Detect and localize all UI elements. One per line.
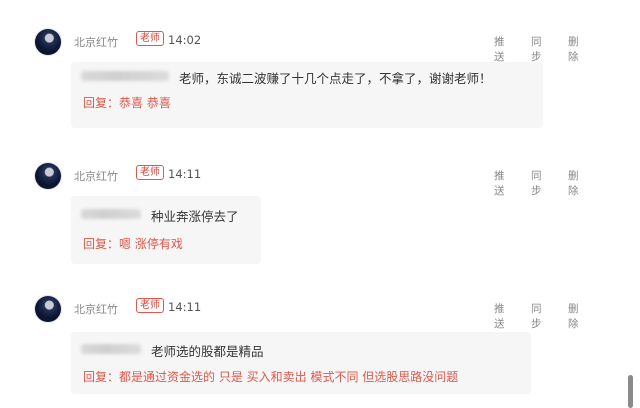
teacher-badge: 老师: [136, 31, 164, 46]
message-card: 老师，东诚二波赚了十几个点走了，不拿了，谢谢老师！ 回复：恭喜 恭喜: [71, 62, 543, 128]
timestamp: 14:02: [168, 33, 202, 47]
push-button[interactable]: 推送: [494, 301, 505, 331]
author-name: 北京红竹: [74, 36, 118, 49]
author-name: 北京红竹: [74, 303, 118, 316]
teacher-badge: 老师: [136, 298, 164, 313]
question-text: 老师选的股都是精品: [151, 344, 264, 359]
avatar[interactable]: [35, 296, 61, 322]
avatar[interactable]: [35, 163, 61, 189]
question-text: 老师，东诚二波赚了十几个点走了，不拿了，谢谢老师！: [179, 71, 492, 86]
delete-button[interactable]: 删除: [568, 168, 579, 198]
reply-text: 回复：恭喜 恭喜: [83, 96, 171, 110]
sync-button[interactable]: 同步: [531, 168, 542, 198]
timestamp: 14:11: [168, 300, 202, 314]
blurred-username: [81, 209, 141, 219]
sync-button[interactable]: 同步: [531, 301, 542, 331]
push-button[interactable]: 推送: [494, 34, 505, 64]
delete-button[interactable]: 删除: [568, 34, 579, 64]
timestamp: 14:11: [168, 167, 202, 181]
scrollbar-thumb[interactable]: [628, 375, 633, 408]
author-name: 北京红竹: [74, 170, 118, 183]
message-card: 老师选的股都是精品 回复：都是通过资金选的 只是 买入和卖出 模式不同 但选股思…: [71, 332, 531, 394]
sync-button[interactable]: 同步: [531, 34, 542, 64]
teacher-badge: 老师: [136, 165, 164, 180]
avatar[interactable]: [35, 29, 61, 55]
push-button[interactable]: 推送: [494, 168, 505, 198]
reply-text: 回复：嗯 涨停有戏: [83, 237, 183, 251]
question-text: 种业奔涨停去了: [151, 209, 239, 224]
blurred-username: [81, 344, 141, 354]
blurred-username: [81, 71, 169, 81]
delete-button[interactable]: 删除: [568, 301, 579, 331]
message-card: 种业奔涨停去了 回复：嗯 涨停有戏: [71, 196, 261, 264]
reply-text: 回复：都是通过资金选的 只是 买入和卖出 模式不同 但选股思路没问题: [83, 370, 459, 384]
